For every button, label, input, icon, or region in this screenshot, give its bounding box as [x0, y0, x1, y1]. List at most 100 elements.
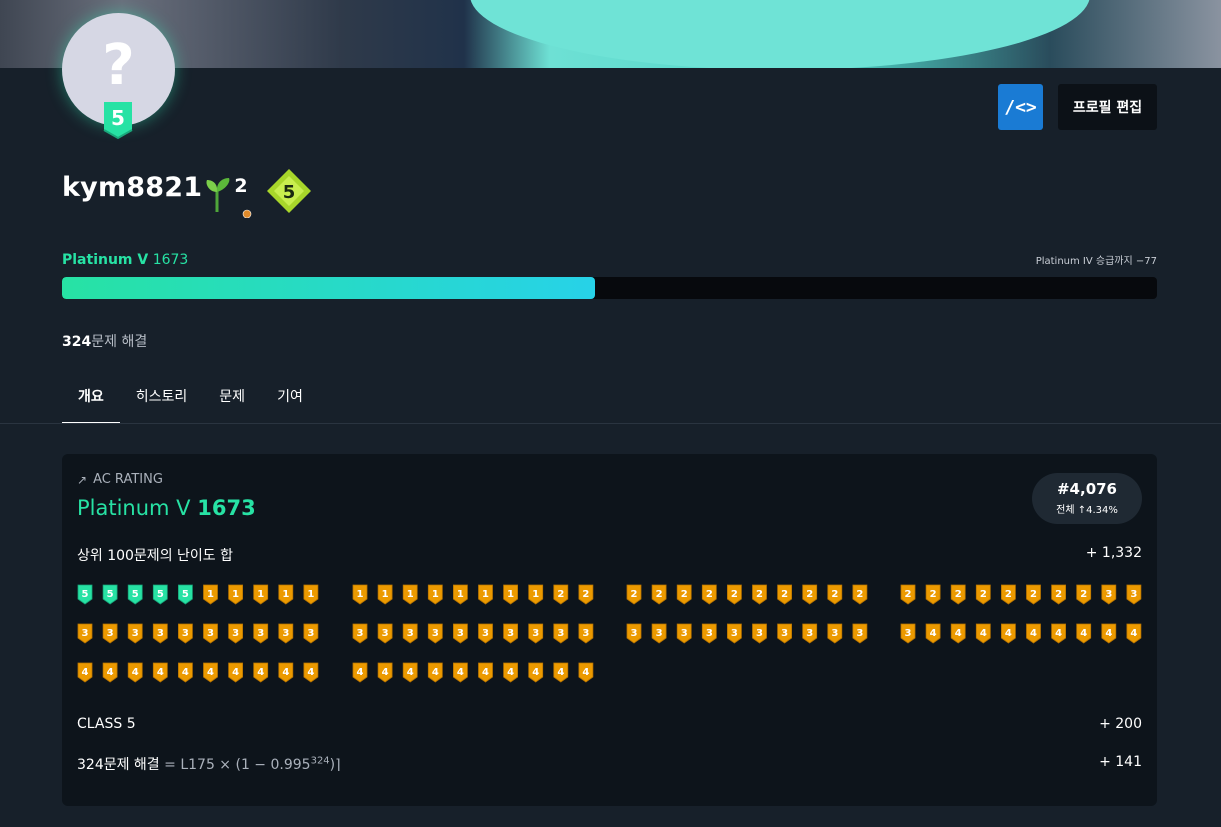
tier-badge-icon[interactable]: 4: [528, 662, 544, 683]
tier-badge-icon[interactable]: 2: [950, 584, 966, 605]
tier-badge-icon[interactable]: 3: [900, 623, 916, 644]
tier-badge-icon[interactable]: 3: [278, 623, 294, 644]
tab-overview[interactable]: 개요: [62, 380, 120, 424]
tier-badge-icon[interactable]: 4: [950, 623, 966, 644]
tier-badge-icon[interactable]: 1: [402, 584, 418, 605]
tier-badge-icon[interactable]: 2: [802, 584, 818, 605]
tier-badge-icon[interactable]: 4: [975, 623, 991, 644]
tier-badge-icon[interactable]: 4: [1076, 623, 1092, 644]
tier-badge-icon[interactable]: 3: [553, 623, 569, 644]
tab-contributions[interactable]: 기여: [261, 380, 319, 424]
tier-badge-icon[interactable]: 4: [427, 662, 443, 683]
tier-badge-icon[interactable]: 4: [303, 662, 319, 683]
tab-problems[interactable]: 문제: [203, 380, 261, 424]
tier-badge-icon[interactable]: 3: [701, 623, 717, 644]
edit-profile-button[interactable]: 프로필 편집: [1058, 84, 1157, 130]
tier-badge-icon[interactable]: 3: [102, 623, 118, 644]
tier-badge-icon[interactable]: 1: [478, 584, 493, 605]
tier-badge-icon[interactable]: 2: [553, 584, 569, 605]
tier-badge-icon[interactable]: 4: [203, 662, 218, 683]
tier-badge-icon[interactable]: 3: [228, 623, 244, 644]
tier-badge-icon[interactable]: 2: [1076, 584, 1092, 605]
tier-badge-icon[interactable]: 2: [925, 584, 941, 605]
rank-pill[interactable]: #4,076 전체 ↑4.34%: [1032, 473, 1142, 524]
tier-badge-icon[interactable]: 3: [802, 623, 818, 644]
tier-badge-icon[interactable]: 2: [827, 584, 843, 605]
tier-badge-icon[interactable]: 2: [900, 584, 916, 605]
tier-badge-icon[interactable]: 3: [152, 623, 168, 644]
tier-badge-icon[interactable]: 4: [253, 662, 269, 683]
code-button[interactable]: /<>: [998, 84, 1043, 130]
tier-badge-icon[interactable]: 2: [852, 584, 868, 605]
tier-badge-icon[interactable]: 4: [1026, 623, 1041, 644]
tier-badge-icon[interactable]: 4: [553, 662, 569, 683]
tier-badge-icon[interactable]: 2: [1001, 584, 1016, 605]
tier-badge-icon[interactable]: 3: [253, 623, 269, 644]
tier-badge-icon[interactable]: 3: [203, 623, 218, 644]
tier-badge-icon[interactable]: 4: [278, 662, 294, 683]
tier-badge-icon[interactable]: 4: [228, 662, 244, 683]
tier-badge-icon[interactable]: 4: [102, 662, 118, 683]
tier-badge-icon[interactable]: 3: [1101, 584, 1117, 605]
tier-badge-icon[interactable]: 4: [1001, 623, 1016, 644]
tier-badge-icon[interactable]: 3: [827, 623, 843, 644]
tier-badge-icon[interactable]: 2: [1051, 584, 1066, 605]
tier-badge-icon[interactable]: 3: [427, 623, 443, 644]
tier-badge-icon[interactable]: 3: [178, 623, 193, 644]
tier-badge-icon[interactable]: 2: [777, 584, 792, 605]
tier-badge-icon[interactable]: 5: [178, 584, 193, 605]
tier-badge-icon[interactable]: 3: [303, 623, 319, 644]
tier-badge-icon[interactable]: 2: [1026, 584, 1041, 605]
tier-badge-icon[interactable]: 3: [127, 623, 143, 644]
tier-badge-icon[interactable]: 3: [626, 623, 642, 644]
tier-badge-icon[interactable]: 3: [752, 623, 767, 644]
tier-badge-icon[interactable]: 4: [503, 662, 519, 683]
tier-badge-icon[interactable]: 1: [303, 584, 319, 605]
tier-badge-icon[interactable]: 4: [478, 662, 493, 683]
tier-badge-icon[interactable]: 3: [377, 623, 393, 644]
tier-badge-icon[interactable]: 4: [352, 662, 368, 683]
tier-badge-icon[interactable]: 5: [127, 584, 143, 605]
tier-badge-icon[interactable]: 1: [427, 584, 443, 605]
tier-badge-icon[interactable]: 2: [727, 584, 742, 605]
tier-badge-icon[interactable]: 4: [578, 662, 594, 683]
tier-badge-icon[interactable]: 1: [528, 584, 544, 605]
tier-badge-icon[interactable]: 1: [253, 584, 269, 605]
tab-history[interactable]: 히스토리: [120, 380, 204, 424]
tier-badge-icon[interactable]: 3: [578, 623, 594, 644]
tier-badge-icon[interactable]: 3: [452, 623, 468, 644]
tier-badge-icon[interactable]: 4: [925, 623, 941, 644]
tier-badge-icon[interactable]: 2: [752, 584, 767, 605]
tier-badge-icon[interactable]: 3: [651, 623, 667, 644]
tier-badge-icon[interactable]: 3: [352, 623, 368, 644]
tier-badge-icon[interactable]: 5: [152, 584, 168, 605]
tier-badge-icon[interactable]: 4: [178, 662, 193, 683]
tier-badge-icon[interactable]: 4: [377, 662, 393, 683]
tier-badge-icon[interactable]: 3: [727, 623, 742, 644]
tier-badge-icon[interactable]: 4: [1051, 623, 1066, 644]
tier-badge-icon[interactable]: 1: [352, 584, 368, 605]
tier-badge-icon[interactable]: 1: [452, 584, 468, 605]
tier-badge-icon[interactable]: 3: [528, 623, 544, 644]
tier-badge-icon[interactable]: 2: [626, 584, 642, 605]
tier-badge-icon[interactable]: 1: [278, 584, 294, 605]
tier-badge-icon[interactable]: 3: [852, 623, 868, 644]
tier-badge-icon[interactable]: 4: [1126, 623, 1142, 644]
tier-badge-icon[interactable]: 2: [676, 584, 692, 605]
tier-badge-icon[interactable]: 4: [152, 662, 168, 683]
tier-badge-icon[interactable]: 3: [478, 623, 493, 644]
tier-badge-icon[interactable]: 3: [402, 623, 418, 644]
tier-badge-icon[interactable]: 4: [127, 662, 143, 683]
tier-badge-icon[interactable]: 2: [651, 584, 667, 605]
tier-badge-icon[interactable]: 5: [102, 584, 118, 605]
tier-badge-icon[interactable]: 3: [77, 623, 93, 644]
tier-badge-icon[interactable]: 4: [402, 662, 418, 683]
tier-badge-icon[interactable]: 3: [676, 623, 692, 644]
tier-badge-icon[interactable]: 2: [701, 584, 717, 605]
tier-badge-icon[interactable]: 1: [228, 584, 244, 605]
tier-badge-icon[interactable]: 2: [578, 584, 594, 605]
tier-badge-icon[interactable]: 1: [503, 584, 519, 605]
tier-badge-icon[interactable]: 1: [203, 584, 218, 605]
tier-badge-icon[interactable]: 4: [1101, 623, 1117, 644]
tier-badge-icon[interactable]: 3: [777, 623, 792, 644]
